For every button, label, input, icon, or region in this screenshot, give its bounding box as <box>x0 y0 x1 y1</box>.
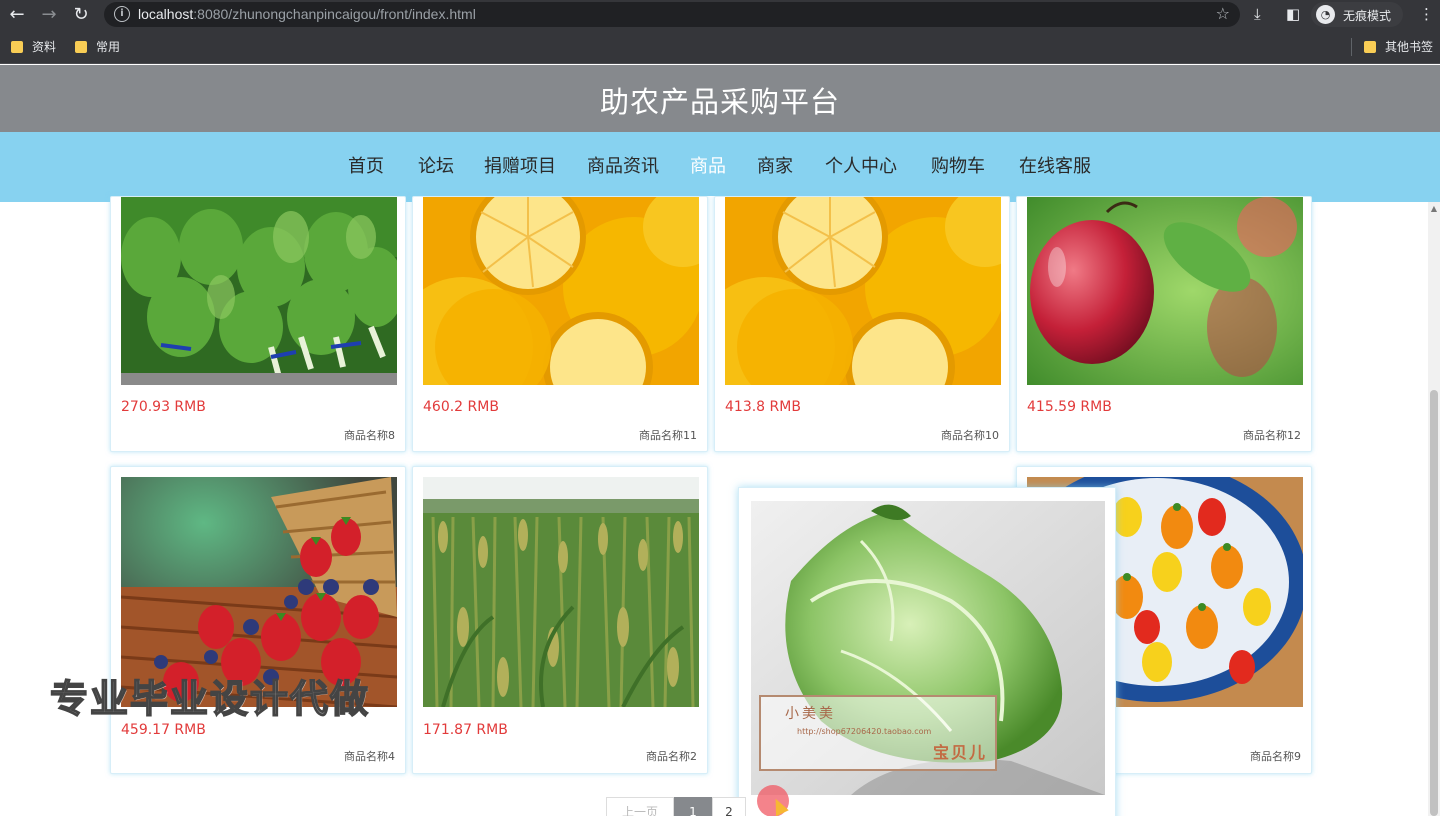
product-price: 171.87 RMB <box>423 722 508 738</box>
url-path: :8080/zhunongchanpincaigou/front/index.h… <box>193 6 476 22</box>
scrollbar-thumb[interactable] <box>1430 390 1438 816</box>
product-card[interactable]: 270.93 RMB 商品名称8 <box>110 196 406 452</box>
product-image-millet[interactable] <box>423 477 699 707</box>
product-image-cabbage[interactable]: 小美美 http://shop67206420.taobao.com 宝贝儿 <box>751 501 1105 795</box>
product-image-apple[interactable] <box>1027 197 1303 385</box>
pagination-prev-button[interactable]: 上一页 <box>606 797 674 816</box>
main-nav: 首页 论坛 捐赠项目 商品资讯 商品 商家 个人中心 购物车 在线客服 <box>0 132 1440 202</box>
bookmark-label: 资料 <box>32 40 57 54</box>
nav-profile[interactable]: 个人中心 <box>825 152 897 178</box>
nav-merchants[interactable]: 商家 <box>757 152 793 178</box>
stamp-subtitle: 宝贝儿 <box>932 743 987 762</box>
bookmark-label: 其他书签 <box>1385 40 1434 54</box>
url-host: localhost <box>138 6 194 22</box>
folder-icon <box>1364 41 1376 53</box>
bookmark-star-icon[interactable]: ☆ <box>1216 4 1230 23</box>
product-name[interactable]: 商品名称11 <box>639 427 697 443</box>
url-text: localhost:8080/zhunongchanpincaigou/fron… <box>138 6 476 22</box>
site-title: 助农产品采购平台 <box>599 85 840 119</box>
stamp-title: 小美美 <box>785 706 836 722</box>
scroll-up-icon[interactable]: ▲ <box>1430 205 1438 213</box>
folder-icon <box>75 41 87 53</box>
side-panel-icon[interactable]: ◧ <box>1286 4 1300 24</box>
pagination-page-2[interactable]: 2 <box>712 797 746 816</box>
address-bar[interactable]: i localhost:8080/zhunongchanpincaigou/fr… <box>104 2 1240 27</box>
product-price: 415.59 RMB <box>1027 399 1112 415</box>
product-image-spinach[interactable] <box>121 197 397 385</box>
video-watermark-text: 专业毕业设计代做 <box>49 676 371 722</box>
pagination-page-1[interactable]: 1 <box>674 797 712 816</box>
forward-icon[interactable]: → <box>38 4 60 26</box>
bookmark-divider <box>1351 38 1352 56</box>
shop-watermark-stamp: 小美美 http://shop67206420.taobao.com 宝贝儿 <box>759 695 997 771</box>
download-icon[interactable]: ⤓ <box>1254 4 1261 24</box>
nav-cart[interactable]: 购物车 <box>931 152 985 178</box>
site-info-icon[interactable]: i <box>114 6 130 22</box>
incognito-indicator[interactable]: ◔ 无痕模式 <box>1311 2 1403 27</box>
bookmark-folder-other[interactable]: 其他书签 <box>1364 38 1433 56</box>
product-name[interactable]: 商品名称8 <box>344 427 395 443</box>
menu-kebab-icon[interactable]: ⋮ <box>1419 4 1434 24</box>
product-card[interactable]: 460.2 RMB 商品名称11 <box>412 196 708 452</box>
product-card-hover[interactable]: 小美美 http://shop67206420.taobao.com 宝贝儿 <box>738 487 1116 816</box>
product-card[interactable]: 171.87 RMB 商品名称2 <box>412 466 708 774</box>
back-icon[interactable]: ← <box>6 4 28 26</box>
nav-home[interactable]: 首页 <box>348 152 384 178</box>
product-name[interactable]: 商品名称9 <box>1250 748 1301 764</box>
site-header: 助农产品采购平台 <box>0 65 1440 132</box>
incognito-icon: ◔ <box>1316 5 1335 24</box>
product-card[interactable]: 413.8 RMB 商品名称10 <box>714 196 1010 452</box>
stamp-url: http://shop67206420.taobao.com <box>797 727 932 736</box>
folder-icon <box>11 41 23 53</box>
bookmarks-bar: 资料 常用 其他书签 <box>0 29 1440 64</box>
product-price: 459.17 RMB <box>121 722 206 738</box>
nav-news[interactable]: 商品资讯 <box>587 152 659 178</box>
product-price: 413.8 RMB <box>725 399 801 415</box>
nav-products[interactable]: 商品 <box>690 152 726 178</box>
product-card[interactable]: 459.17 RMB 商品名称4 <box>110 466 406 774</box>
product-card[interactable]: 415.59 RMB 商品名称12 <box>1016 196 1312 452</box>
bookmark-label: 常用 <box>96 40 121 54</box>
bookmark-folder-changyong[interactable]: 常用 <box>75 38 120 56</box>
product-price: 270.93 RMB <box>121 399 206 415</box>
nav-donation[interactable]: 捐赠项目 <box>484 152 556 178</box>
nav-forum[interactable]: 论坛 <box>418 152 454 178</box>
product-image-lemon[interactable] <box>423 197 699 385</box>
product-name[interactable]: 商品名称10 <box>941 427 999 443</box>
browser-toolbar: ← → ↻ i localhost:8080/zhunongchanpincai… <box>0 0 1440 29</box>
product-image-lemon[interactable] <box>725 197 1001 385</box>
product-name[interactable]: 商品名称4 <box>344 748 395 764</box>
bookmark-folder-ziliao[interactable]: 资料 <box>11 38 56 56</box>
product-name[interactable]: 商品名称2 <box>646 748 697 764</box>
product-price: 460.2 RMB <box>423 399 499 415</box>
incognito-label: 无痕模式 <box>1343 9 1392 23</box>
nav-support[interactable]: 在线客服 <box>1019 152 1091 178</box>
product-name[interactable]: 商品名称12 <box>1243 427 1301 443</box>
reload-icon[interactable]: ↻ <box>70 4 92 26</box>
